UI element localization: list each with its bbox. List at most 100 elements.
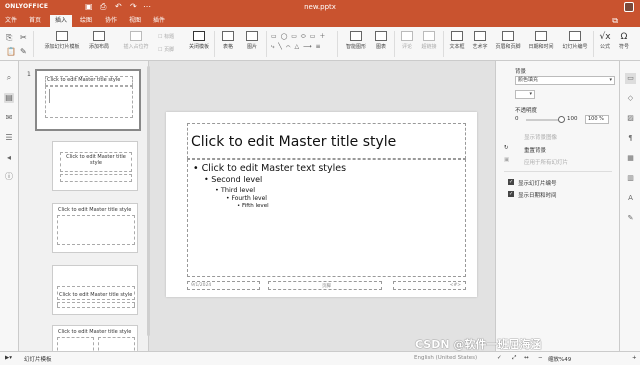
zoom-level[interactable]: 缩放%49 xyxy=(548,355,571,363)
slides-panel-icon[interactable]: ▤ xyxy=(4,93,14,103)
signature-settings-icon[interactable]: ✎ xyxy=(625,213,636,224)
tab-home[interactable]: 首页 xyxy=(24,15,46,27)
slide-number-placeholder[interactable]: <#> xyxy=(393,281,466,290)
table-label: 表格 xyxy=(222,44,233,50)
paste-icon[interactable]: 📋 xyxy=(6,47,16,56)
zoom-out-icon[interactable]: − xyxy=(538,355,543,361)
zoom-in-icon[interactable]: + xyxy=(632,355,637,361)
slide-settings-icon[interactable]: ▭ xyxy=(625,73,636,84)
thumbnail-layout-2[interactable]: Click to edit Master title style xyxy=(52,203,138,253)
format-painter-icon[interactable]: ✎ xyxy=(20,47,27,56)
close-master-button[interactable]: 关闭模板 xyxy=(186,31,212,50)
date-placeholder[interactable]: 9/1/2024 xyxy=(187,281,260,290)
textbox-button[interactable]: 文本框 xyxy=(447,31,467,50)
status-bar: ▶▾ 幻灯片模板 English (United States) ✓ ⤢ ↔ −… xyxy=(0,351,640,365)
hide-bg-option[interactable]: 显示背景图像 xyxy=(524,133,557,141)
opacity-min: 0 xyxy=(515,116,519,122)
footer-checkbox[interactable]: ☐ 页脚 xyxy=(158,46,184,53)
opacity-input[interactable]: 100 % xyxy=(585,115,609,124)
open-location-icon[interactable]: ⧉ xyxy=(612,16,618,26)
toolbar: ⎘ ✂ 📋 ✎ 添加幻灯片模板 添加布局 插入占位符 ☐ 标题 ☐ 页脚 关闭模… xyxy=(0,27,640,61)
chat-icon[interactable]: ☰ xyxy=(4,133,14,143)
search-icon[interactable]: ⌕ xyxy=(4,73,14,83)
fill-type-select[interactable]: 颜色填充 ▾ xyxy=(515,76,615,85)
left-sidebar: ⌕ ▤ ✉ ☰ ◂ ⓘ xyxy=(0,61,19,351)
text-level-3: • Third level xyxy=(215,186,256,194)
thumbnail-panel: 1 Click to edit Master title style Click… xyxy=(19,61,149,351)
header-footer-button[interactable]: 页眉和页脚 xyxy=(493,31,523,50)
opacity-max: 100 xyxy=(567,116,578,122)
add-placeholder-label: 添加布局 xyxy=(88,44,109,50)
thumbnail-layout-4[interactable]: Click to edit Master title style xyxy=(52,325,138,351)
footer-placeholder[interactable]: 页脚 xyxy=(268,281,382,290)
view-mode-label: 幻灯片模板 xyxy=(24,357,52,363)
feedback-icon[interactable]: ◂ xyxy=(4,153,14,163)
copy-icon[interactable]: ⎘ xyxy=(6,33,12,42)
image-settings-icon[interactable]: ▨ xyxy=(625,113,636,124)
smartart-button[interactable]: 智能图形 xyxy=(343,31,369,50)
show-datetime-checkbox[interactable]: ✓ xyxy=(508,191,514,197)
thumbnail-master[interactable]: Click to edit Master title style xyxy=(35,69,141,131)
fill-color-picker[interactable]: ▾ xyxy=(515,90,535,99)
level-1-text: Click to edit Master text styles xyxy=(201,163,347,174)
textbox-label: 文本框 xyxy=(449,44,465,50)
shape-settings-icon[interactable]: ◇ xyxy=(625,93,636,104)
symbol-button[interactable]: Ω 符号 xyxy=(616,31,632,50)
hyperlink-button[interactable]: 超链接 xyxy=(419,31,439,50)
language-selector[interactable]: English (United States) xyxy=(414,355,477,361)
close-master-label: 关闭模板 xyxy=(188,44,209,50)
tab-view[interactable]: 视图 xyxy=(124,15,146,27)
add-placeholder-button[interactable]: 添加布局 xyxy=(86,31,112,50)
title-checkbox[interactable]: ☐ 标题 xyxy=(158,33,184,40)
fit-width-icon[interactable]: ↔ xyxy=(524,355,529,361)
chart-settings-icon[interactable]: ▥ xyxy=(625,173,636,184)
opacity-label: 不透明度 xyxy=(515,108,538,114)
slide-number-button[interactable]: 幻灯片编号 xyxy=(560,31,590,50)
opacity-slider[interactable] xyxy=(526,116,565,123)
thumbnail-text-lines xyxy=(49,89,79,103)
tab-collaborate[interactable]: 协作 xyxy=(100,15,122,27)
spellcheck-icon[interactable]: ✓ xyxy=(497,355,502,361)
image-label: 图片 xyxy=(246,44,257,50)
play-icon[interactable]: ▶▾ xyxy=(5,355,12,361)
thumbnail-layout-3[interactable]: Click to edit Master title style xyxy=(52,265,138,315)
user-avatar[interactable] xyxy=(624,2,634,12)
fit-page-icon[interactable]: ⤢ xyxy=(512,355,516,362)
thumbnail-title: Click to edit Master title style xyxy=(66,154,126,166)
apply-all-button[interactable]: 应用于所有幻灯片 xyxy=(524,158,568,166)
body-placeholder[interactable]: • Click to edit Master text styles • Sec… xyxy=(187,159,466,277)
equation-button[interactable]: √x 公式 xyxy=(597,31,613,50)
table-settings-icon[interactable]: ▦ xyxy=(625,153,636,164)
title-placeholder[interactable]: Click to edit Master title style xyxy=(187,123,466,159)
insert-placeholder-button[interactable]: 插入占位符 xyxy=(118,31,154,50)
thumbnail-title: Click to edit Master title style xyxy=(47,77,121,83)
chart-button[interactable]: 图表 xyxy=(372,31,390,50)
text-level-1: • Click to edit Master text styles xyxy=(193,163,347,174)
image-button[interactable]: 图片 xyxy=(243,31,261,50)
paragraph-settings-icon[interactable]: ¶ xyxy=(625,133,636,144)
show-slide-number-checkbox[interactable]: ✓ xyxy=(508,179,514,185)
comment-button[interactable]: 评论 xyxy=(398,31,416,50)
thumbnail-number: 1 xyxy=(27,71,31,78)
shapes-gallery[interactable]: ▭ ◯ ▭ ⬭ ▭ ＋ ⤷ ╲ ⌒ △ ⟶ ≡ xyxy=(271,32,331,56)
background-label: 背景 xyxy=(515,69,527,75)
tab-draw[interactable]: 绘图 xyxy=(75,15,97,27)
about-icon[interactable]: ⓘ xyxy=(4,172,14,182)
slide-master[interactable]: Click to edit Master title style • Click… xyxy=(166,112,477,297)
tab-insert[interactable]: 插入 xyxy=(50,15,72,27)
add-layout-button[interactable]: 添加幻灯片模板 xyxy=(40,31,84,50)
smartart-label: 智能图形 xyxy=(345,44,366,50)
slide-number-label: 幻灯片编号 xyxy=(562,44,588,50)
opacity-slider-handle[interactable] xyxy=(558,116,565,123)
textart-button[interactable]: 艺术字 xyxy=(470,31,490,50)
datetime-button[interactable]: 日期和时间 xyxy=(526,31,556,50)
tab-plugins[interactable]: 插件 xyxy=(148,15,170,27)
cut-icon[interactable]: ✂ xyxy=(20,33,27,42)
table-button[interactable]: 表格 xyxy=(219,31,237,50)
tab-file[interactable]: 文件 xyxy=(0,15,22,27)
reset-background-button[interactable]: 重置背景 xyxy=(524,146,546,154)
footer-date: 9/1/2024 xyxy=(191,283,212,288)
comments-icon[interactable]: ✉ xyxy=(4,113,14,123)
textart-settings-icon[interactable]: A xyxy=(625,193,636,204)
thumbnail-layout-1[interactable]: Click to edit Master title style xyxy=(52,141,138,191)
